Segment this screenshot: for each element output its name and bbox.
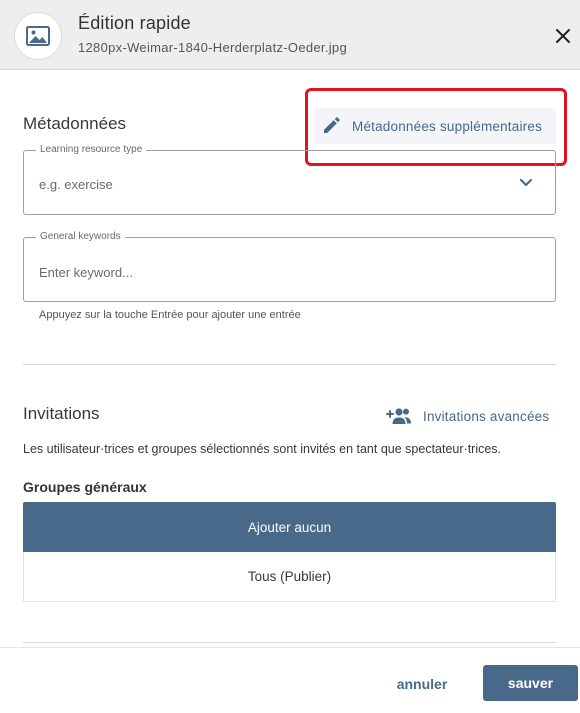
keywords-hint: Appuyez sur la touche Entrée pour ajoute…: [39, 309, 301, 321]
option-all-publish[interactable]: Tous (Publier): [23, 552, 556, 602]
section-divider: [23, 642, 556, 643]
dialog-title: Édition rapide: [78, 13, 191, 33]
close-icon: [556, 29, 570, 43]
resource-type-select[interactable]: Learning resource type e.g. exercise: [23, 144, 556, 215]
pencil-icon: [324, 117, 340, 133]
cancel-button[interactable]: annuler: [384, 667, 460, 701]
keywords-field[interactable]: General keywords: [23, 231, 556, 302]
close-button[interactable]: [548, 21, 578, 51]
more-metadata-button[interactable]: Métadonnées supplémentaires: [314, 108, 556, 144]
general-groups-label: Groupes généraux: [23, 479, 147, 495]
footer-border: [0, 647, 580, 648]
resource-type-label: Learning resource type: [36, 144, 147, 156]
resource-type-value: e.g. exercise: [39, 177, 113, 192]
metadata-section-title: Métadonnées: [23, 114, 127, 133]
file-thumbnail: [14, 12, 62, 60]
invitations-section-title: Invitations: [23, 404, 100, 423]
chevron-down-icon[interactable]: [519, 178, 533, 188]
add-people-icon: [386, 408, 411, 424]
dialog-header: Édition rapide 1280px-Weimar-1840-Herder…: [0, 0, 580, 70]
file-name: 1280px-Weimar-1840-Herderplatz-Oeder.jpg: [78, 40, 347, 55]
keywords-label: General keywords: [36, 231, 125, 243]
keywords-input[interactable]: [39, 262, 519, 282]
advanced-invitations-button[interactable]: Invitations avancées: [386, 402, 549, 430]
invitations-description: Les utilisateur·trices et groupes sélect…: [23, 442, 502, 456]
advanced-invitations-label: Invitations avancées: [423, 408, 550, 424]
save-button[interactable]: sauver: [483, 665, 578, 701]
section-divider: [23, 364, 556, 365]
image-icon: [26, 26, 50, 46]
more-metadata-label: Métadonnées supplémentaires: [352, 118, 543, 134]
option-add-none[interactable]: Ajouter aucun: [23, 502, 556, 552]
